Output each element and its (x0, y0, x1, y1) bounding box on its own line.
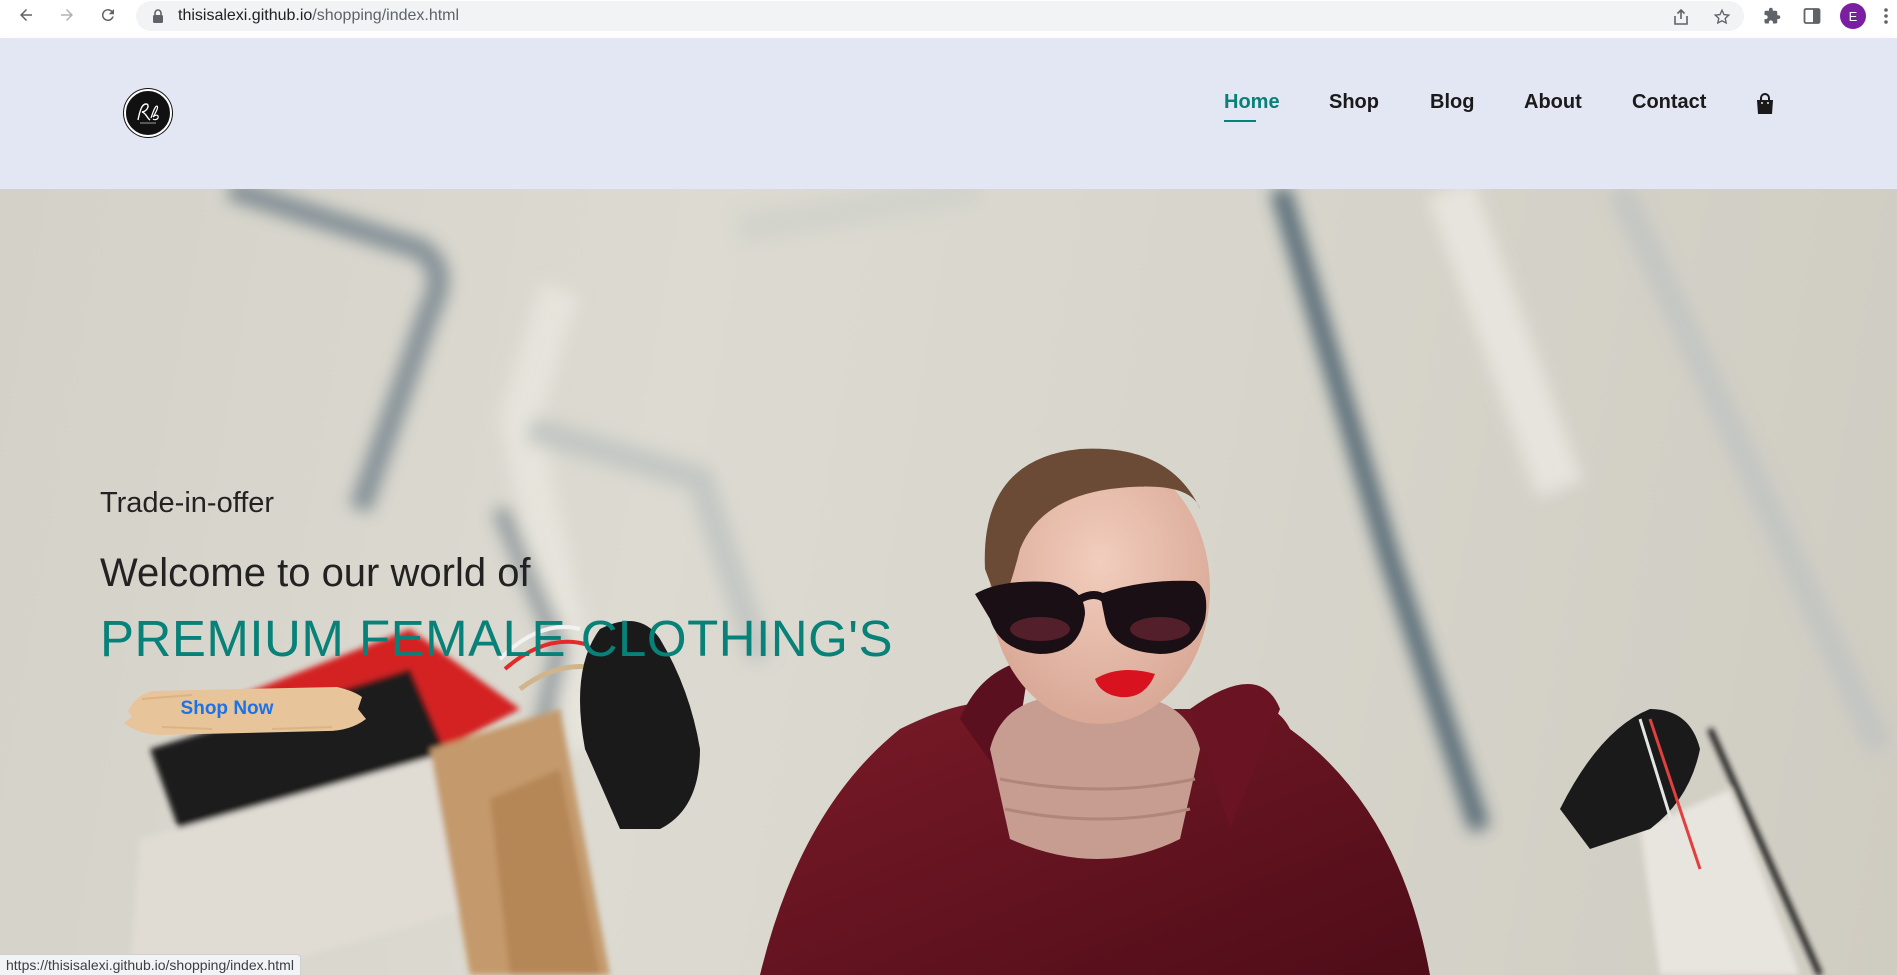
star-icon (1713, 8, 1731, 25)
reload-button[interactable] (96, 3, 120, 27)
reload-icon (101, 9, 114, 22)
forward-button[interactable] (55, 3, 79, 27)
share-icon (1674, 8, 1688, 25)
puzzle-icon (1764, 7, 1781, 24)
url-text: thisisalexi.github.io/shopping/index.htm… (178, 7, 459, 25)
lock-icon (153, 9, 163, 23)
shop-now-button[interactable]: Shop Now (122, 681, 366, 737)
share-button[interactable] (1670, 6, 1692, 28)
arrow-left-icon (20, 9, 32, 21)
address-bar[interactable]: thisisalexi.github.io/shopping/index.htm… (136, 1, 1744, 31)
nav-shop[interactable]: Shop (1329, 91, 1379, 114)
offer-label: Trade-in-offer (100, 487, 275, 519)
nav-about[interactable]: About (1524, 91, 1582, 114)
arrow-right-icon (61, 9, 73, 21)
hero-section: Trade-in-offer Welcome to our world of P… (0, 189, 1897, 975)
side-panel-icon (1803, 8, 1821, 24)
profile-avatar[interactable]: E (1840, 3, 1866, 29)
nav-home[interactable]: Home (1224, 91, 1280, 114)
nav-contact[interactable]: Contact (1632, 91, 1706, 114)
more-vert-icon (1884, 8, 1888, 24)
shop-now-label: Shop Now (180, 698, 274, 719)
logo-monogram-icon (137, 103, 159, 124)
extensions-button[interactable] (1761, 5, 1783, 27)
status-bar-url: https://thisisalexi.github.io/shopping/i… (0, 954, 301, 975)
welcome-heading: Welcome to our world of (100, 551, 531, 595)
url-host: thisisalexi.github.io (178, 7, 313, 24)
nav-blog[interactable]: Blog (1430, 91, 1474, 114)
browser-toolbar: thisisalexi.github.io/shopping/index.htm… (0, 0, 1897, 32)
browser-menu-button[interactable] (1880, 5, 1892, 27)
url-path: /shopping/index.html (312, 7, 460, 24)
premium-headline: PREMIUM FEMALE CLOTHING'S (100, 610, 893, 667)
site-logo[interactable] (124, 89, 172, 137)
back-button[interactable] (14, 3, 38, 27)
bookmark-button[interactable] (1711, 6, 1733, 28)
active-nav-underline (1224, 120, 1256, 122)
side-panel-button[interactable] (1801, 5, 1823, 27)
shopping-bag-icon[interactable] (1755, 93, 1775, 115)
site-header: Home Shop Blog About Contact (0, 38, 1897, 189)
